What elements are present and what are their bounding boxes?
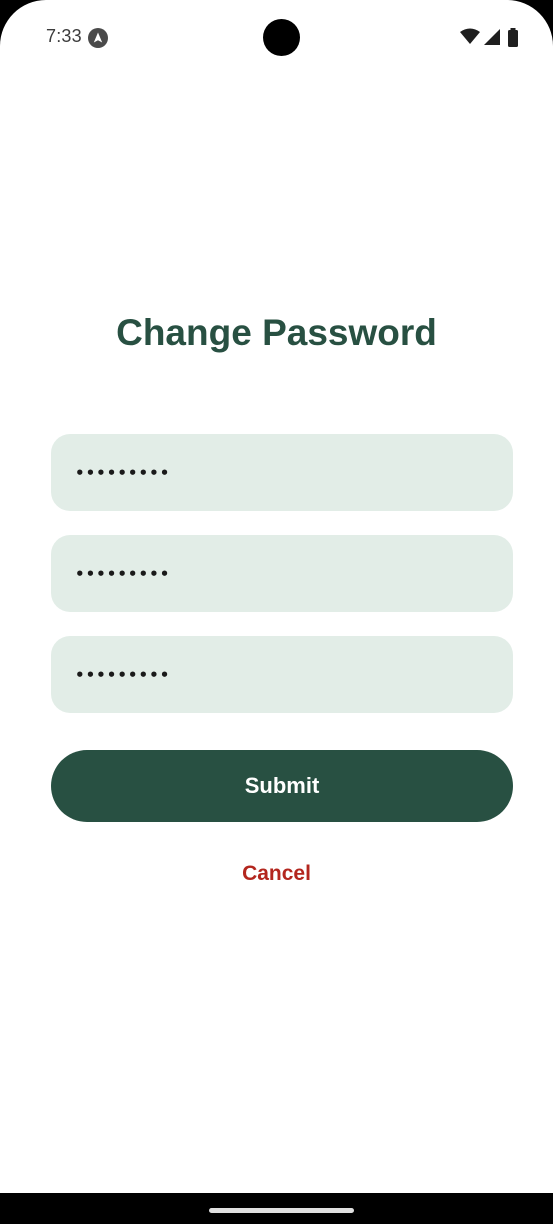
confirm-password-field[interactable] <box>51 636 513 713</box>
current-password-field[interactable] <box>51 434 513 511</box>
submit-button[interactable]: Submit <box>51 750 513 822</box>
cancel-button[interactable]: Cancel <box>0 862 553 886</box>
navigation-bar <box>0 1193 553 1224</box>
battery-icon <box>508 28 518 47</box>
new-password-input[interactable] <box>75 564 513 583</box>
home-indicator[interactable] <box>209 1208 354 1213</box>
status-time: 7:33 <box>46 26 82 46</box>
navigation-arrow-icon <box>88 28 108 48</box>
submit-button-label: Submit <box>244 773 320 798</box>
confirm-password-input[interactable] <box>75 665 513 684</box>
current-password-input[interactable] <box>75 463 513 482</box>
page-title: Change Password <box>116 312 437 353</box>
status-bar: 7:33 <box>0 0 553 76</box>
wifi-icon <box>460 28 480 44</box>
cellular-signal-icon <box>484 29 500 45</box>
app-screen: 7:33 Change Password ••••••••• •••••••••… <box>0 0 553 1193</box>
new-password-field[interactable] <box>51 535 513 612</box>
camera-cutout <box>263 19 300 56</box>
